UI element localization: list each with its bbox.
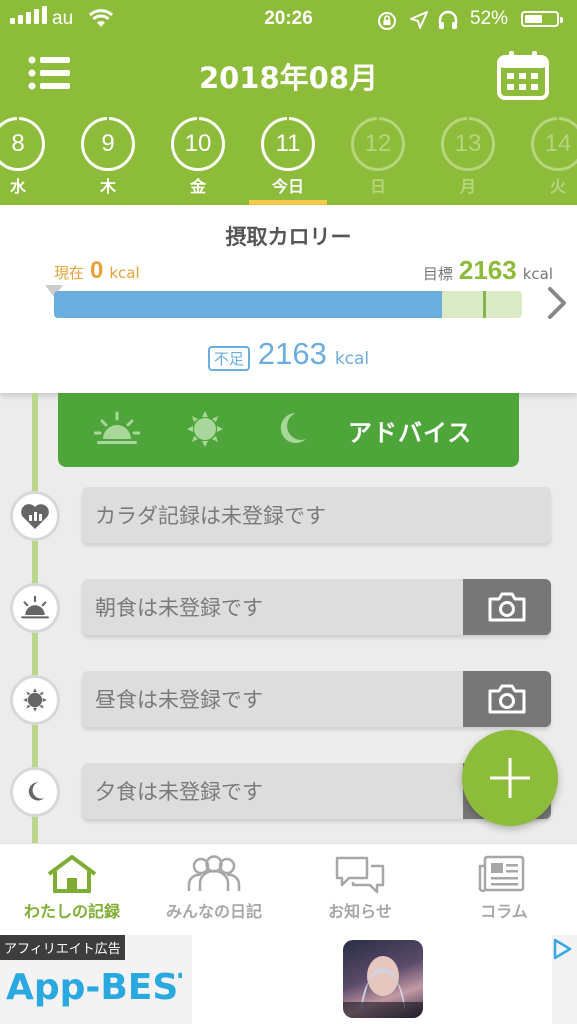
- ad-banner[interactable]: アフィリエイト広告 App-BEST: [0, 935, 577, 1024]
- game-character-image: [343, 956, 423, 1018]
- day-9[interactable]: 9 木: [68, 112, 148, 197]
- bottom-tab-bar: わたしの記録 みんなの日記 お知らせ コラム: [0, 843, 577, 936]
- goal-label: 目標: [422, 265, 453, 283]
- sun-icon: [187, 411, 223, 447]
- camera-icon: [488, 592, 526, 622]
- moon-icon: [280, 412, 306, 443]
- dinner-text: 夕食は未登録です: [95, 780, 263, 804]
- current-label: 現在: [54, 264, 85, 282]
- goal-unit: kcal: [522, 265, 553, 283]
- breakfast-camera-button[interactable]: [463, 579, 551, 635]
- day-12[interactable]: 12 日: [338, 112, 418, 197]
- day-8[interactable]: 8 水: [0, 112, 58, 197]
- moon-icon: [28, 782, 45, 801]
- lunch-node: [10, 675, 60, 725]
- breakfast-node: [10, 583, 60, 633]
- day-14[interactable]: 14 火: [518, 112, 577, 197]
- ad-game-thumbnail[interactable]: [343, 940, 423, 1018]
- tab-label: お知らせ: [328, 902, 392, 921]
- day-number: 9: [81, 112, 135, 171]
- current-calories: 現在 0 kcal: [54, 257, 140, 285]
- day-selector: 8 水 9 木 10 金 11 今日 12 日 13 月 14 火: [0, 112, 577, 207]
- day-weekday: 水: [9, 177, 26, 196]
- shortage-summary: 不足 2163 kcal: [0, 336, 577, 372]
- goal-marker: [483, 291, 486, 318]
- sunrise-icon: [94, 411, 140, 444]
- ad-tag: アフィリエイト広告: [0, 935, 125, 960]
- advice-label: アドバイス: [348, 419, 473, 447]
- ad-choices-icon[interactable]: [552, 938, 572, 960]
- current-unit: kcal: [109, 264, 140, 282]
- chat-bubbles-icon: [335, 856, 385, 894]
- day-10[interactable]: 10 金: [158, 112, 238, 197]
- battery-percent: 52%: [470, 8, 509, 29]
- body-record-node: [10, 491, 60, 541]
- headphones-icon: [438, 10, 458, 29]
- tab-column[interactable]: コラム: [434, 854, 574, 922]
- calorie-progress-fill: [54, 291, 443, 318]
- breakfast-text: 朝食は未登録です: [95, 596, 263, 620]
- tab-label: コラム: [480, 902, 528, 921]
- lunch-text: 昼食は未登録です: [95, 688, 263, 712]
- breakfast-entry[interactable]: 朝食は未登録です: [82, 579, 551, 635]
- day-weekday: 金: [189, 177, 206, 196]
- dinner-node: [10, 767, 60, 817]
- people-icon: [187, 855, 241, 891]
- month-title: 2018年08月: [198, 61, 379, 95]
- body-record-entry[interactable]: カラダ記録は未登録です: [82, 487, 551, 543]
- current-value: 0: [90, 257, 104, 284]
- tab-everyone-diary[interactable]: みんなの日記: [144, 854, 284, 922]
- day-weekday: 日: [369, 177, 386, 196]
- day-number: 11: [261, 112, 315, 171]
- home-icon: [47, 855, 97, 893]
- lunch-camera-button[interactable]: [463, 671, 551, 727]
- sunrise-icon: [21, 595, 49, 619]
- tab-my-record[interactable]: わたしの記録: [2, 854, 142, 922]
- calorie-progress-bar: [54, 291, 522, 318]
- calorie-card[interactable]: 摂取カロリー 現在 0 kcal 目標 2163 kcal 不足 2163 kcal: [0, 205, 577, 393]
- plus-icon: [490, 758, 530, 798]
- calorie-title: 摂取カロリー: [225, 225, 352, 249]
- day-weekday: 火: [549, 177, 566, 196]
- goal-value: 2163: [458, 255, 517, 285]
- sun-icon: [23, 688, 47, 712]
- tab-label: みんなの日記: [165, 902, 262, 921]
- advice-button[interactable]: アドバイス: [58, 393, 519, 467]
- day-number: 10: [171, 112, 225, 171]
- shortage-badge: 不足: [207, 346, 250, 371]
- day-13[interactable]: 13 月: [428, 112, 508, 197]
- add-record-button[interactable]: [462, 730, 558, 826]
- day-weekday: 月: [459, 177, 476, 196]
- header-bar: au 20:26 52% 2018年08月 8 水 9 木 10 金 11 今日…: [0, 0, 577, 205]
- lunch-entry[interactable]: 昼食は未登録です: [82, 671, 551, 727]
- goal-calories: 目標 2163 kcal: [423, 255, 553, 286]
- day-weekday: 今日: [271, 177, 304, 196]
- day-number: 13: [441, 112, 495, 171]
- ad-logo-text: App-BEST: [6, 967, 182, 1008]
- tab-label: わたしの記録: [23, 902, 120, 921]
- day-weekday: 木: [99, 177, 116, 196]
- calendar-icon[interactable]: [497, 50, 549, 100]
- day-number: 14: [531, 112, 577, 171]
- battery-icon: [521, 11, 563, 27]
- day-number: 12: [351, 112, 405, 171]
- tab-notices[interactable]: お知らせ: [290, 854, 430, 922]
- shortage-value: 2163: [257, 336, 327, 371]
- day-number: 8: [0, 112, 45, 171]
- newspaper-icon: [478, 855, 525, 893]
- shortage-unit: kcal: [334, 349, 370, 369]
- rotation-lock-icon: [378, 12, 396, 30]
- camera-icon: [488, 684, 526, 714]
- location-arrow-icon: [410, 11, 428, 29]
- heart-chart-icon: [21, 504, 49, 529]
- day-11-today[interactable]: 11 今日: [248, 112, 328, 197]
- chevron-right-icon[interactable]: [545, 285, 569, 321]
- app-best-logo: App-BEST: [6, 967, 182, 1008]
- body-record-text: カラダ記録は未登録です: [95, 504, 326, 528]
